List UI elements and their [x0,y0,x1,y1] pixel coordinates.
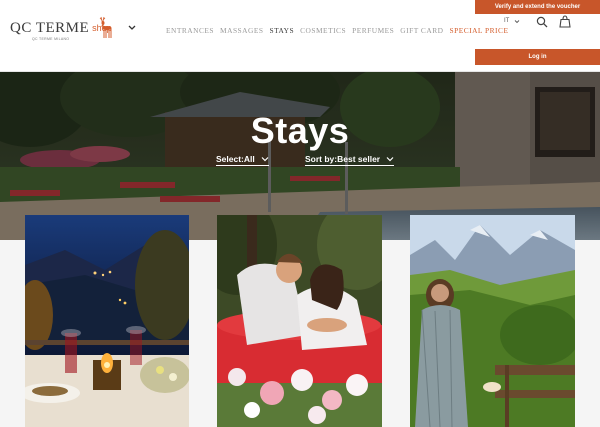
product-card[interactable] [25,215,189,427]
select-filter-label: Select:All [216,154,255,164]
nav-item-cosmetics[interactable]: COSMETICS [300,26,346,35]
nav-item-special-price[interactable]: SPECIAL PRICE [449,26,508,35]
product-image-dinner [25,215,189,427]
nav-item-entrances[interactable]: ENTRANCES [166,26,214,35]
product-card[interactable] [410,215,575,427]
chevron-down-icon [515,19,520,23]
main-navigation: ENTRANCES MASSAGES STAYS COSMETICS PERFU… [166,26,508,35]
deer-logo-icon [99,16,112,38]
sort-dropdown[interactable]: Sort by:Best seller [305,154,395,166]
chevron-down-icon [386,157,394,162]
language-label: IT [504,18,510,24]
shopping-bag-icon[interactable] [559,15,571,28]
product-card[interactable] [217,215,382,427]
product-image-balcony-view [410,215,575,427]
logo-text: QC TERME [10,20,90,36]
site-logo[interactable]: QC TERME shop QC TERME MILANO [10,16,112,41]
product-image-couple [217,215,382,427]
login-button[interactable]: Log in [475,49,600,65]
language-selector[interactable]: IT [504,18,520,24]
chevron-down-icon [261,157,269,162]
page-title: Stays [250,110,350,151]
site-header: QC TERME shop QC TERME MILANO ENTRANCES … [0,0,600,72]
search-icon[interactable] [536,16,548,28]
sort-label: Sort by:Best seller [305,154,381,164]
logo-subtitle: QC TERME MILANO [32,37,70,41]
nav-item-stays[interactable]: STAYS [269,26,294,35]
select-filter-dropdown[interactable]: Select:All [216,154,269,166]
nav-item-gift-card[interactable]: GIFT CARD [400,26,443,35]
nav-item-massages[interactable]: MASSAGES [220,26,263,35]
nav-item-perfumes[interactable]: PERFUMES [352,26,394,35]
chevron-down-icon[interactable] [127,24,137,32]
verify-voucher-button[interactable]: Verify and extend the voucher [475,0,600,14]
